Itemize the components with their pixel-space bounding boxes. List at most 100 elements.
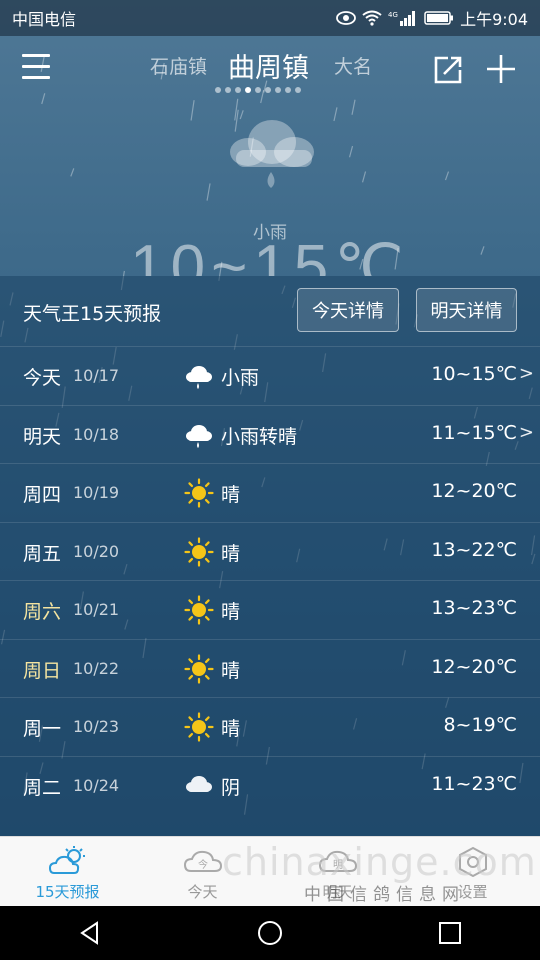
tab-0[interactable]: 15天预报 [0,837,135,907]
forecast-temperature: 10~15℃ [431,363,517,385]
recents-icon [439,922,461,944]
forecast-date: 10/19 [73,483,120,502]
forecast-day: 周二 [23,776,62,799]
forecast-condition: 晴 [221,601,241,623]
page-dot [245,87,251,93]
forecast-date: 10/24 [73,775,120,795]
recents-button[interactable] [420,913,480,953]
forecast-row[interactable]: 明天 10/18 小雨转晴 11~15℃ > [0,404,540,464]
forecast-temperature: 11~15℃ [431,421,517,444]
forecast-day: 周六 [23,601,62,623]
share-icon[interactable] [432,54,464,86]
back-button[interactable] [60,913,120,953]
status-bar: 中国电信 4G 上午9:04 [0,0,540,36]
menu-icon-bar [22,76,50,79]
forecast-row[interactable]: 今天 10/17 小雨 10~15℃ > [0,346,540,405]
forecast-row: 周五 10/20 晴 13~22℃ [0,521,540,581]
cloud-rain-icon [184,420,214,450]
city-prev[interactable]: 石庙镇 [150,52,207,79]
forecast-day: 周四 [23,484,62,506]
page-dot [215,87,221,93]
forecast-condition: 小雨 [221,367,260,389]
svg-text:今: 今 [198,858,208,871]
home-icon [258,921,282,945]
current-temperature: 10~15℃ [130,233,410,276]
tab-label: 15天预报 [35,883,100,901]
back-icon [80,921,98,945]
page-dot [275,87,281,93]
wifi-icon [362,10,382,26]
page-dot [235,87,241,93]
chevron-right-icon[interactable]: > [519,422,534,443]
forecast-row: 周四 10/19 晴 12~20℃ [0,463,540,522]
tab-label: 明天 [322,883,353,901]
forecast-title: 天气王15天预报 [23,303,162,325]
forecast-date: 10/20 [73,541,120,561]
cloud-today-icon: 今 [183,845,223,881]
forecast-date: 10/23 [73,717,120,736]
city-next[interactable]: 大名 [334,52,372,79]
page-indicator [215,87,301,93]
forecast-condition: 晴 [221,659,241,682]
sun-icon [184,712,214,742]
rain-cloud-large-icon [230,120,314,188]
forecast-row: 周六 10/21 晴 13~23℃ [0,580,540,639]
forecast-condition: 晴 [221,484,241,506]
tab-label: 设置 [457,883,488,901]
menu-icon-bar [22,54,50,57]
forecast-condition: 阴 [221,776,241,799]
forecast-date: 10/17 [73,366,120,385]
forecast-row: 周日 10/22 晴 12~20℃ [0,638,540,698]
forecast-list: 今天 10/17 小雨 10~15℃ > 明天 10/18 小雨转晴 11~15℃ > 周四 10/1… [0,346,540,814]
forecast-temperature: 13~23℃ [431,597,517,619]
chevron-right-icon[interactable]: > [519,363,534,384]
page-dot [295,87,301,93]
menu-button[interactable] [22,54,52,82]
tab-3[interactable]: 设置 [405,837,540,907]
menu-icon-bar [22,65,50,68]
city-current[interactable]: 曲周镇 [228,46,309,85]
forecast-condition: 晴 [221,542,241,565]
home-button[interactable] [240,913,300,953]
forecast-date: 10/18 [73,424,120,444]
cloud-tomorrow-icon: 明 [318,845,358,881]
forecast-panel: 天气王15天预报 今天详情 明天详情 今天 10/17 小雨 10~15℃ > 明天 10/… [0,276,540,836]
eye-icon [336,11,356,25]
forecast-condition: 晴 [221,718,241,740]
forecast-day: 今天 [23,367,62,389]
svg-text:4G: 4G [388,11,398,19]
forecast-row: 周一 10/23 晴 8~19℃ [0,697,540,756]
today-detail-button[interactable]: 今天详情 [297,288,399,332]
page-dot [255,87,261,93]
tab-1[interactable]: 今今天 [135,837,270,907]
clock-label: 上午9:04 [460,10,528,29]
settings-icon [453,845,493,881]
city-header: 石庙镇 曲周镇 大名 [0,40,540,100]
forecast-temperature: 13~22℃ [431,538,517,561]
battery-icon [424,11,454,25]
sun-icon [184,478,214,508]
forecast-day: 明天 [23,425,62,448]
bottom-tab-bar: 15天预报今今天明明天 设置 [0,836,540,907]
sun-icon [184,595,214,625]
page-dot [225,87,231,93]
cloud-icon [184,771,214,801]
add-city-icon[interactable] [484,52,518,86]
system-nav-bar [0,906,540,960]
carrier-label: 中国电信 [12,10,77,29]
sun-icon [184,536,214,567]
page-dot [285,87,291,93]
forecast-day: 周一 [23,718,62,740]
svg-text:明: 明 [333,859,343,871]
sun-cloud-icon [48,845,88,881]
cloud-rain-icon [184,361,214,391]
tab-2[interactable]: 明明天 [270,837,405,907]
tab-label: 今天 [187,883,218,901]
forecast-date: 10/21 [73,600,120,619]
forecast-day: 周五 [23,542,62,565]
tomorrow-detail-button[interactable]: 明天详情 [416,288,517,332]
signal-4g-icon: 4G [388,11,416,26]
forecast-temperature: 11~23℃ [431,772,517,795]
forecast-row: 周二 10/24 阴 11~23℃ [0,755,540,815]
sun-icon [184,653,214,684]
